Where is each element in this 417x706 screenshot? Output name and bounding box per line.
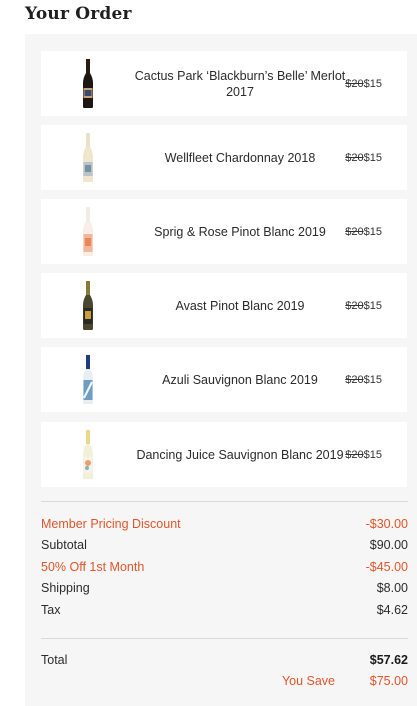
original-price: $20: [345, 151, 364, 164]
order-item: Sprig & Rose Pinot Blanc 2019 $20 $15: [41, 199, 407, 264]
item-name: Dancing Juice Sauvignon Blanc 2019: [136, 447, 344, 462]
member-discount-row: Member Pricing Discount -$30.00: [41, 515, 408, 533]
item-name: Sprig & Rose Pinot Blanc 2019: [154, 224, 326, 239]
total-label: Total: [41, 653, 68, 667]
first-month-discount-row: 50% Off 1st Month -$45.00: [41, 558, 408, 576]
original-price: $20: [345, 77, 364, 90]
item-price: $20 $15: [345, 51, 382, 116]
item-name: Avast Pinot Blanc 2019: [175, 298, 305, 313]
first-month-discount-value: -$45.00: [365, 560, 408, 574]
white-wine-bottle-icon: [77, 132, 99, 183]
item-price: $20 $15: [345, 422, 382, 487]
tax-row: Tax $4.62: [41, 601, 408, 619]
item-name: Cactus Park ‘Blackburn’s Belle’ Merlot 2…: [134, 68, 346, 99]
item-price: $20 $15: [345, 273, 382, 338]
shipping-label: Shipping: [41, 581, 90, 595]
subtotal-value: $90.00: [369, 538, 408, 552]
total-row: Total $57.62: [41, 651, 408, 669]
sale-price: $15: [363, 448, 382, 461]
subtotal-label: Subtotal: [41, 538, 87, 552]
member-discount-label: Member Pricing Discount: [41, 517, 181, 531]
rose-wine-bottle-icon: [77, 206, 99, 257]
total-value: $57.62: [369, 653, 408, 667]
dark-wine-bottle-icon: [77, 280, 99, 331]
you-save-row: You Save $75.00: [41, 672, 408, 690]
order-summary-panel: Cactus Park ‘Blackburn’s Belle’ Merlot 2…: [25, 34, 417, 706]
sale-price: $15: [363, 299, 382, 312]
sale-price: $15: [363, 225, 382, 238]
tax-label: Tax: [41, 603, 61, 617]
item-price: $20 $15: [345, 199, 382, 264]
item-price: $20 $15: [345, 347, 382, 412]
you-save-label: You Save: [281, 674, 335, 688]
original-price: $20: [345, 373, 364, 386]
you-save-value: $75.00: [369, 674, 408, 688]
red-wine-bottle-icon: [77, 58, 99, 109]
white-wine-bottle-icon: [77, 429, 99, 480]
original-price: $20: [345, 448, 364, 461]
order-item: Cactus Park ‘Blackburn’s Belle’ Merlot 2…: [41, 51, 407, 116]
order-item: Avast Pinot Blanc 2019 $20 $15: [41, 273, 407, 338]
original-price: $20: [345, 225, 364, 238]
item-name: Azuli Sauvignon Blanc 2019: [162, 372, 318, 387]
sale-price: $15: [363, 373, 382, 386]
sale-price: $15: [363, 77, 382, 90]
member-discount-value: -$30.00: [365, 517, 408, 531]
order-item: Wellfleet Chardonnay 2018 $20 $15: [41, 125, 407, 190]
original-price: $20: [345, 299, 364, 312]
order-item: Azuli Sauvignon Blanc 2019 $20 $15: [41, 347, 407, 412]
shipping-row: Shipping $8.00: [41, 579, 408, 597]
shipping-value: $8.00: [376, 581, 408, 595]
blue-label-wine-bottle-icon: [77, 354, 99, 405]
tax-value: $4.62: [376, 603, 408, 617]
subtotal-row: Subtotal $90.00: [41, 536, 408, 554]
order-item: Dancing Juice Sauvignon Blanc 2019 $20 $1…: [41, 422, 407, 487]
item-price: $20 $15: [345, 125, 382, 190]
item-name: Wellfleet Chardonnay 2018: [164, 150, 316, 165]
sale-price: $15: [363, 151, 382, 164]
total-divider: [41, 638, 408, 639]
summary-divider: [41, 501, 408, 502]
first-month-discount-label: 50% Off 1st Month: [41, 560, 145, 574]
page-title: Your Order: [25, 4, 132, 24]
